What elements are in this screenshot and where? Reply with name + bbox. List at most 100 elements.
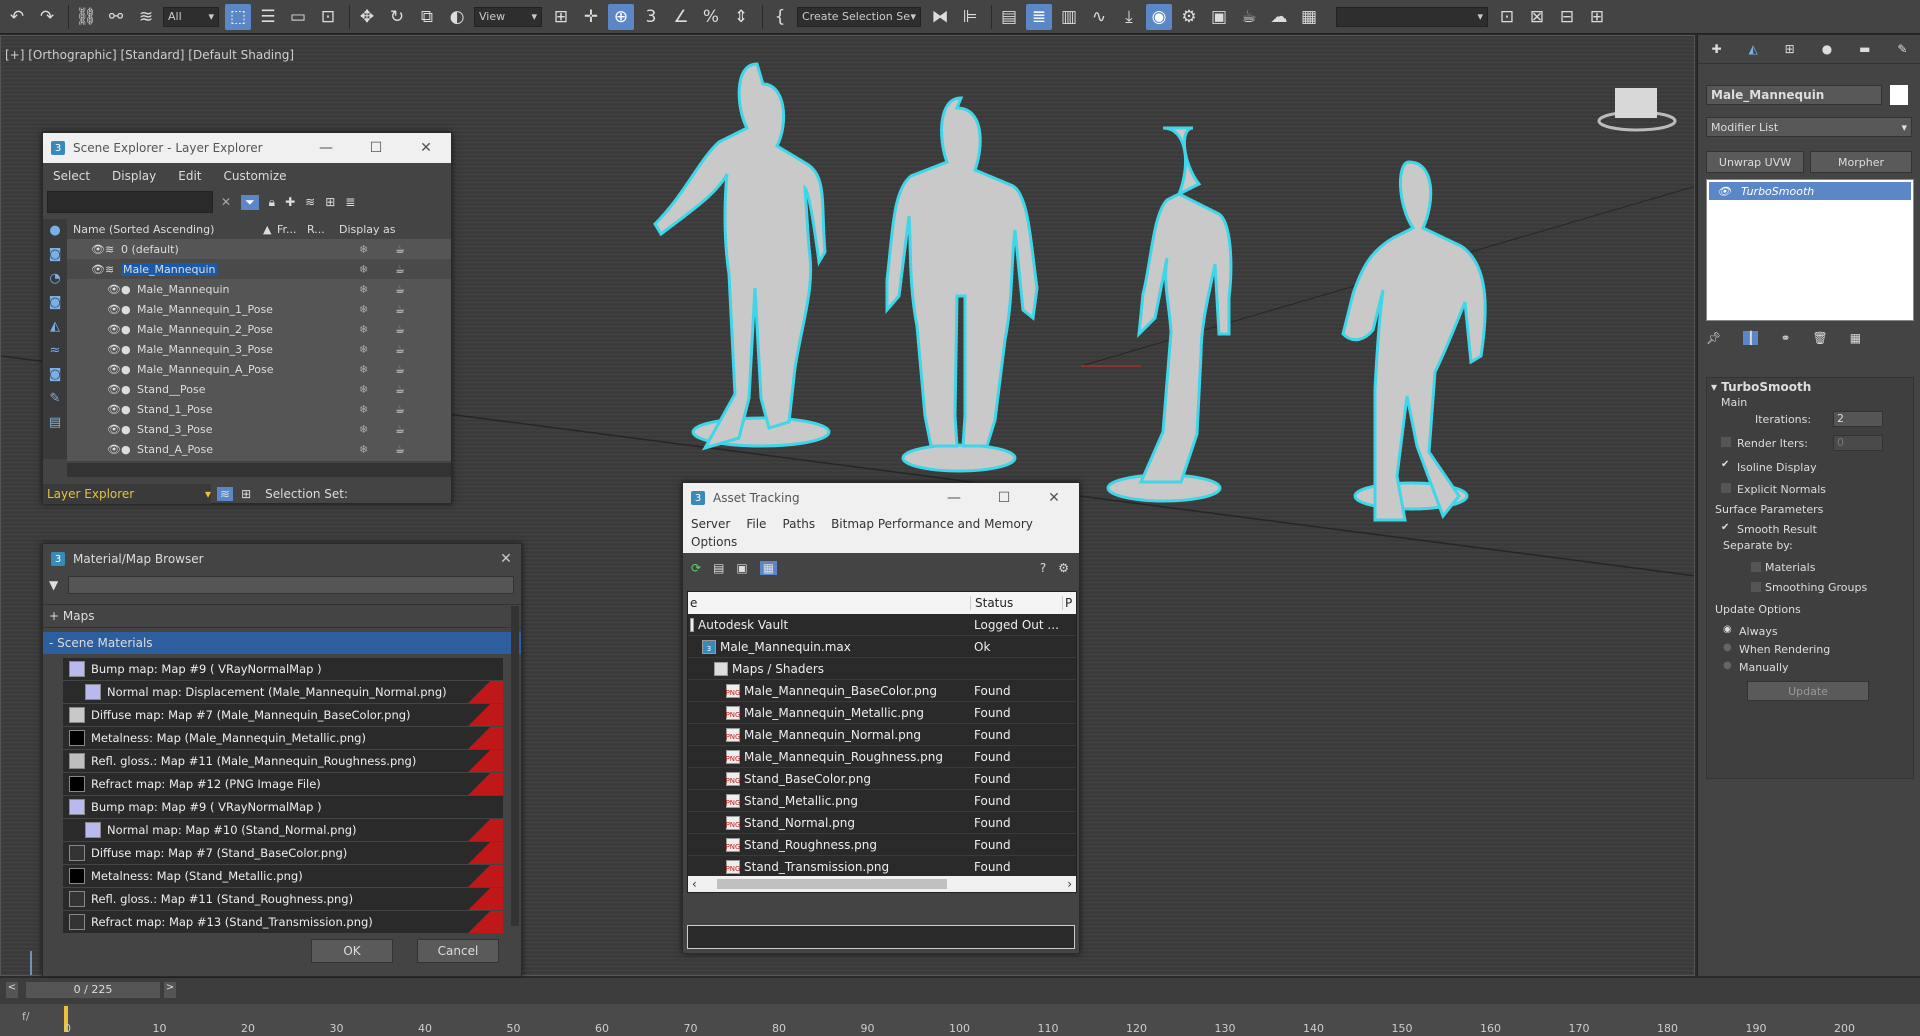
renderable-icon[interactable]: ☕	[395, 423, 405, 436]
scroll-left-icon[interactable]: ‹	[692, 877, 697, 891]
material-map-item[interactable]: Normal map: Map #10 (Stand_Normal.png)	[63, 819, 503, 842]
material-map-item[interactable]: Normal map: Displacement (Male_Mannequin…	[63, 681, 503, 704]
visibility-eye-icon[interactable]: 👁︎	[107, 403, 121, 416]
scene-tree-row[interactable]: 👁︎ ● Male_Mannequin_2_Pose ❄ ☕	[67, 319, 451, 339]
turbosmooth-rollout-header[interactable]: ▾ TurboSmooth	[1707, 378, 1913, 396]
material-map-item[interactable]: Diffuse map: Map #7 (Male_Mannequin_Base…	[63, 704, 503, 727]
scene-explorer-titlebar[interactable]: 3 Scene Explorer - Layer Explorer — ☐ ✕	[43, 133, 451, 163]
when-rendering-radio[interactable]: ●	[1723, 642, 1732, 653]
renderable-icon[interactable]: ☕	[395, 343, 405, 356]
display-tab-icon[interactable]: ▬	[1859, 42, 1870, 56]
visibility-eye-icon[interactable]: 👁︎	[107, 423, 121, 436]
place-icon[interactable]: ◐	[444, 4, 470, 30]
next-frame-icon[interactable]: >	[164, 982, 176, 998]
layers-icon[interactable]: ≋	[305, 195, 315, 209]
visibility-eye-icon[interactable]: 👁︎	[91, 263, 105, 276]
object-color-swatch[interactable]	[1890, 85, 1908, 105]
scene-tree-row[interactable]: 👁︎ ● Male_Mannequin_3_Pose ❄ ☕	[67, 339, 451, 359]
smoothing-groups-checkbox[interactable]	[1751, 582, 1761, 592]
rectangular-selection-icon[interactable]: ▭	[285, 4, 311, 30]
search-options-icon[interactable]: ▼	[49, 578, 58, 592]
object-name-field[interactable]: Male_Mannequin	[1706, 85, 1882, 105]
thumbnail-view-icon[interactable]: ▣	[736, 561, 747, 575]
asset-menu-item[interactable]: Bitmap Performance and Memory	[831, 517, 1033, 531]
viewport-extra-icon[interactable]: ⊟	[1554, 4, 1580, 30]
close-icon[interactable]: ✕	[1029, 490, 1079, 506]
asset-row[interactable]: Autodesk Vault Logged Out ...	[688, 614, 1076, 636]
scene-tree-row[interactable]: 👁︎ ● Male_Mannequin ❄ ☕	[67, 279, 451, 299]
freeze-icon[interactable]: ❄	[359, 343, 368, 356]
render-iters-spinner[interactable]: 0	[1833, 435, 1883, 451]
renderable-icon[interactable]: ☕	[395, 383, 405, 396]
create-tab-icon[interactable]: ✚	[1711, 42, 1721, 56]
visibility-eye-icon[interactable]: 👁︎	[91, 243, 105, 256]
hierarchy-tab-icon[interactable]: ⊞	[1785, 42, 1795, 56]
viewport-label[interactable]: [+] [Orthographic] [Standard] [Default S…	[5, 48, 294, 62]
render-production-icon[interactable]: ☕	[1236, 4, 1262, 30]
modifier-stack-item[interactable]: 👁︎ TurboSmooth	[1709, 182, 1911, 200]
scene-tree-row[interactable]: 👁︎ ≋ Male_Mannequin ❄ ☕	[67, 259, 451, 279]
material-map-item[interactable]: Diffuse map: Map #7 (Stand_BaseColor.png…	[63, 842, 503, 865]
filter-icon[interactable]: ⏷	[241, 194, 259, 210]
selection-filter-select[interactable]: All ▾	[163, 6, 219, 27]
layer-explorer-icon[interactable]: ≣	[1026, 3, 1052, 30]
asset-path-field[interactable]	[687, 925, 1075, 949]
manually-radio[interactable]: ●	[1723, 660, 1732, 671]
minimize-icon[interactable]: —	[301, 140, 351, 156]
visibility-eye-icon[interactable]: 👁︎	[107, 283, 121, 296]
close-icon[interactable]: ✕	[401, 140, 451, 156]
update-button[interactable]: Update	[1747, 681, 1869, 701]
percent-snap-icon[interactable]: %	[698, 4, 724, 30]
scroll-right-icon[interactable]: ›	[1067, 877, 1072, 891]
motion-tab-icon[interactable]: ●	[1822, 42, 1832, 56]
asset-row[interactable]: PNG Stand_Roughness.png Found	[688, 834, 1076, 856]
material-map-item[interactable]: Refl. gloss.: Map #11 (Male_Mannequin_Ro…	[63, 750, 503, 773]
asset-row[interactable]: Maps / Shaders	[688, 658, 1076, 680]
freeze-icon[interactable]: ❄	[359, 263, 368, 276]
window-crossing-icon[interactable]: ⊡	[315, 4, 341, 30]
cancel-button[interactable]: Cancel	[417, 939, 499, 963]
snaps-toggle-icon[interactable]: 3	[638, 4, 664, 30]
help-icon[interactable]: ?	[1040, 561, 1046, 575]
freeze-icon[interactable]: ❄	[359, 243, 368, 256]
table-view-icon[interactable]: ▦	[759, 561, 778, 575]
freeze-icon[interactable]: ❄	[359, 303, 368, 316]
column-display-header[interactable]: Display as	[339, 223, 396, 236]
material-browser-titlebar[interactable]: 3 Material/Map Browser ✕	[43, 544, 521, 574]
material-search-input[interactable]	[68, 576, 515, 594]
renderable-icon[interactable]: ☕	[395, 403, 405, 416]
visibility-eye-icon[interactable]: 👁︎	[107, 303, 121, 316]
material-map-item[interactable]: Bump map: Map #9 ( VRayNormalMap )	[63, 658, 503, 681]
visibility-eye-icon[interactable]: 👁︎	[107, 443, 121, 456]
visibility-eye-icon[interactable]: 👁︎	[107, 383, 121, 396]
scene-tree-row[interactable]: 👁︎ ● Stand_3_Pose ❄ ☕	[67, 419, 451, 439]
maximize-icon[interactable]: ☐	[351, 140, 401, 156]
render-in-cloud-icon[interactable]: ☁	[1266, 4, 1292, 30]
add-to-layer-icon[interactable]: ⊞	[325, 195, 335, 209]
toggle-ribbon-icon[interactable]: ▥	[1056, 4, 1082, 30]
keyboard-shortcut-override-icon[interactable]: ⊕	[608, 3, 634, 30]
freeze-icon[interactable]: ❄	[359, 423, 368, 436]
minimize-icon[interactable]: —	[929, 490, 979, 506]
asset-row[interactable]: PNG Stand_Normal.png Found	[688, 812, 1076, 834]
lock-icon[interactable]: 🔒︎	[269, 195, 275, 210]
asset-row[interactable]: PNG Male_Mannequin_Normal.png Found	[688, 724, 1076, 746]
visibility-eye-icon[interactable]: 👁︎	[107, 343, 121, 356]
undo-icon[interactable]: ↶	[4, 4, 30, 30]
freeze-icon[interactable]: ❄	[359, 443, 368, 456]
unlink-icon[interactable]: ⚯	[103, 4, 129, 30]
renderable-icon[interactable]: ☕	[395, 263, 405, 276]
link-icon[interactable]: ⛓	[73, 4, 99, 30]
visibility-eye-icon[interactable]: 👁︎	[107, 363, 121, 376]
freeze-icon[interactable]: ❄	[359, 403, 368, 416]
layers-mode-icon[interactable]: ≋	[217, 487, 234, 501]
material-map-item[interactable]: Refl. gloss.: Map #11 (Stand_Roughness.p…	[63, 888, 503, 911]
column-render-header[interactable]: R...	[307, 223, 325, 236]
asset-menu-item[interactable]: File	[746, 517, 766, 531]
redo-icon[interactable]: ↷	[34, 4, 60, 30]
scene-menu-item[interactable]: Edit	[178, 169, 201, 183]
prev-frame-icon[interactable]: <	[6, 982, 18, 998]
explicit-normals-checkbox[interactable]	[1721, 483, 1731, 493]
material-editor-icon[interactable]: ◉	[1146, 3, 1172, 30]
show-end-result-icon[interactable]: ┃	[1743, 331, 1759, 345]
